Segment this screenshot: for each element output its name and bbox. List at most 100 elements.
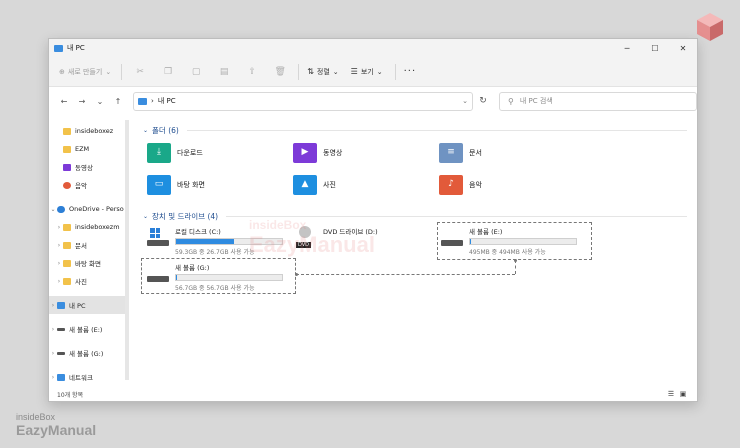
chevron-down-icon: ⌄ <box>332 67 339 76</box>
delete-icon[interactable]: 🗑 <box>270 62 290 82</box>
refresh-icon[interactable]: ↻ <box>473 96 493 106</box>
connector-line <box>515 260 516 274</box>
share-icon[interactable]: ⇪ <box>242 62 262 82</box>
highlight-box-e <box>437 222 592 260</box>
folder-grid: ⤓ 다운로드 ▶ 동영상 ≡ 문서 ▭ 바탕 화면 ▲ 사진 ♪ 음악 <box>143 140 697 198</box>
sidebar-item-ezm[interactable]: EZM <box>49 140 129 158</box>
new-button[interactable]: ⊕ 새로 만들기 ⌄ <box>59 62 111 82</box>
sidebar-item-volume-g[interactable]: › 새 볼륨 (G:) <box>49 344 129 362</box>
expand-chevron-icon[interactable]: › <box>55 224 63 231</box>
minimize-button[interactable]: ─ <box>613 39 641 57</box>
section-title: 장치 및 드라이브 (4) <box>152 211 219 221</box>
drive-icon <box>57 327 65 331</box>
search-box[interactable]: ⚲ 내 PC 검색 <box>499 91 697 111</box>
copy-icon[interactable]: ❐ <box>158 62 178 82</box>
sidebar-item-desktop[interactable]: › 바탕 화면 <box>49 254 129 272</box>
sidebar-item-documents[interactable]: › 문서 <box>49 236 129 254</box>
downloads-folder-icon: ⤓ <box>147 143 171 163</box>
expand-chevron-icon[interactable]: › <box>55 260 63 267</box>
folders-section-header[interactable]: ⌄ 폴더 (6) <box>143 122 697 138</box>
folder-label: 문서 <box>469 149 482 157</box>
divider <box>298 63 300 80</box>
sidebar-item-label: EZM <box>75 145 90 153</box>
paste-icon[interactable]: ▢ <box>186 62 206 82</box>
breadcrumb-pc[interactable]: 내 PC <box>158 96 176 106</box>
folder-label: 바탕 화면 <box>177 181 205 189</box>
sidebar-item-label: 바탕 화면 <box>75 260 101 268</box>
content-pane: ⌄ 폴더 (6) ⤓ 다운로드 ▶ 동영상 ≡ 문서 ▭ 바탕 화면 ▲ 사진 … <box>129 116 697 387</box>
drives-section-header[interactable]: ⌄ 장치 및 드라이브 (4) <box>143 208 697 224</box>
sort-icon: ⇅ <box>307 67 314 76</box>
folder-label: 동영상 <box>323 149 343 157</box>
expand-chevron-icon[interactable]: ⌄ <box>49 206 57 213</box>
recent-chevron-icon[interactable]: ⌄ <box>91 97 109 106</box>
details-view-icon[interactable]: ☰ <box>665 390 677 398</box>
navigation-pane: insideboxez EZM 동영상 음악 ⌄ OneDrive - Pers… <box>49 116 129 387</box>
sidebar-item-videos[interactable]: 동영상 <box>49 158 129 176</box>
expand-chevron-icon[interactable]: › <box>55 242 63 249</box>
folder-downloads[interactable]: ⤓ 다운로드 <box>147 140 293 166</box>
folder-videos[interactable]: ▶ 동영상 <box>293 140 439 166</box>
tiles-view-icon[interactable]: ▣ <box>677 390 689 398</box>
sidebar-item-onedrive[interactable]: ⌄ OneDrive - Perso <box>49 200 129 218</box>
item-count: 10개 항목 <box>57 391 84 399</box>
sidebar-item-pictures[interactable]: › 사진 <box>49 272 129 290</box>
up-arrow-icon[interactable]: ↑ <box>109 97 127 106</box>
sidebar-item-music[interactable]: 음악 <box>49 176 129 194</box>
address-dropdown-icon[interactable]: ⌄ <box>462 97 468 105</box>
view-button[interactable]: ☰ 보기 ⌄ <box>351 62 383 82</box>
sort-button[interactable]: ⇅ 정렬 ⌄ <box>307 62 338 82</box>
cut-icon[interactable]: ✂ <box>130 62 150 82</box>
pc-icon <box>54 44 63 52</box>
drive-c[interactable]: 로컬 디스크 (C:) 59.3GB 중 26.7GB 사용 가능 <box>147 226 283 256</box>
search-placeholder: 내 PC 검색 <box>519 97 553 105</box>
expand-chevron-icon[interactable]: › <box>49 374 57 381</box>
drive-icon <box>57 351 65 355</box>
sidebar-item-label: OneDrive - Perso <box>69 205 124 213</box>
pc-icon <box>57 301 65 309</box>
music-folder-icon: ♪ <box>439 175 463 195</box>
documents-folder-icon: ≡ <box>439 143 463 163</box>
back-arrow-icon[interactable]: ← <box>55 97 73 106</box>
expand-chevron-icon[interactable]: › <box>49 326 57 333</box>
videos-folder-icon: ▶ <box>293 143 317 163</box>
divider <box>121 63 123 80</box>
cube-logo-icon <box>697 13 723 41</box>
brand-logo: insideBox EazyManual <box>16 412 97 438</box>
rename-icon[interactable]: ▤ <box>214 62 234 82</box>
folder-icon <box>63 277 71 285</box>
folder-pictures[interactable]: ▲ 사진 <box>293 172 439 198</box>
expand-chevron-icon[interactable]: › <box>55 278 63 285</box>
drive-free-space: 59.3GB 중 26.7GB 사용 가능 <box>175 249 255 256</box>
sidebar-item-insideboxez[interactable]: insideboxez <box>49 122 129 140</box>
folder-label: 사진 <box>323 181 336 189</box>
close-button[interactable]: ✕ <box>669 39 697 57</box>
folder-documents[interactable]: ≡ 문서 <box>439 140 585 166</box>
maximize-button[interactable]: ☐ <box>641 39 669 57</box>
title-bar: 내 PC ─ ☐ ✕ <box>49 39 697 57</box>
video-icon <box>63 163 71 171</box>
connector-line <box>296 274 515 275</box>
sidebar-item-insideboxezm[interactable]: › insideboxezm <box>49 218 129 236</box>
more-options-button[interactable]: ··· <box>404 66 417 77</box>
drive-d[interactable]: DVD DVD 드라이브 (D:) <box>295 226 378 248</box>
music-icon <box>63 181 71 189</box>
expand-chevron-icon[interactable]: › <box>49 302 57 309</box>
folder-label: 음악 <box>469 181 482 189</box>
folder-icon <box>63 259 71 267</box>
sidebar-item-this-pc[interactable]: › 내 PC <box>49 296 129 314</box>
sidebar-item-volume-e[interactable]: › 새 볼륨 (E:) <box>49 320 129 338</box>
expand-chevron-icon[interactable]: › <box>49 350 57 357</box>
sidebar-item-network[interactable]: › 네트워크 <box>49 368 129 386</box>
plus-icon: ⊕ <box>59 67 65 76</box>
chevron-down-icon: ⌄ <box>376 67 383 76</box>
divider <box>186 129 687 131</box>
forward-arrow-icon[interactable]: → <box>73 97 91 106</box>
connector-dot <box>514 259 517 262</box>
folder-desktop[interactable]: ▭ 바탕 화면 <box>147 172 293 198</box>
sidebar-item-label: 새 볼륨 (G:) <box>69 350 104 358</box>
windows-drive-icon <box>147 226 169 248</box>
folder-music[interactable]: ♪ 음악 <box>439 172 585 198</box>
network-icon <box>57 373 65 381</box>
address-bar[interactable]: › 내 PC ⌄ <box>133 91 473 111</box>
